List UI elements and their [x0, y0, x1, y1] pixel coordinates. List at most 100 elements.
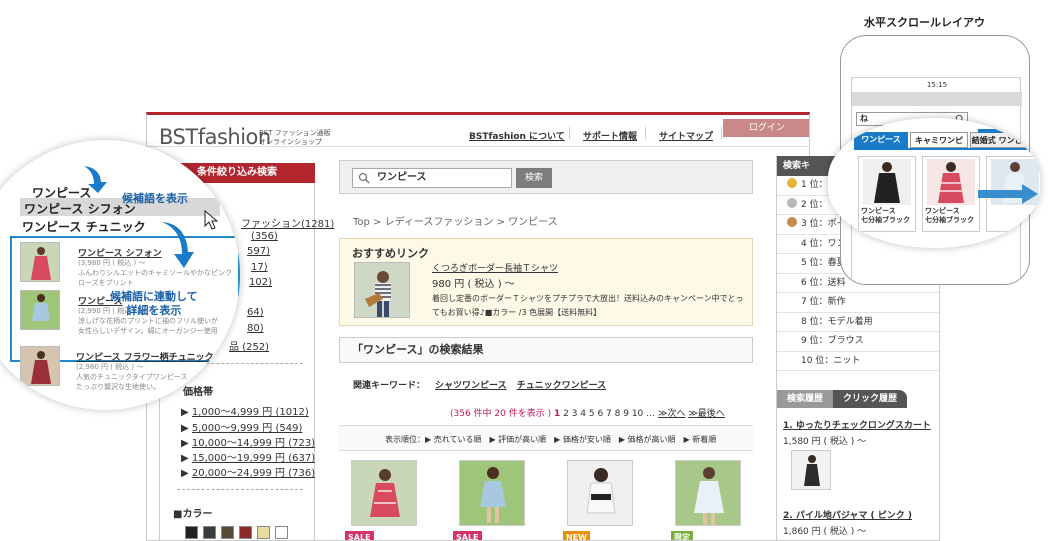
recommend-price: 980 円 ( 税込 ) 〜 — [432, 279, 515, 290]
callout-detail: 候補語に連動して 詳細を表示 — [110, 290, 198, 317]
nav-sitemap-link[interactable]: サイトマップ — [659, 129, 713, 142]
pagination: (356 件中 20 件を表示 ) 1 2 3 4 5 6 7 8 9 10 …… — [450, 406, 725, 419]
related-label: 関連キーワード： — [353, 381, 426, 391]
suggest-thumbnail[interactable] — [20, 242, 60, 282]
filter-category-link[interactable]: 80) — [247, 323, 264, 334]
price-option[interactable]: ▶ 10,000〜14,999 円 (723) — [181, 434, 315, 449]
color-swatch-black[interactable] — [185, 526, 198, 539]
product-thumbnail[interactable] — [459, 460, 525, 526]
suggest-thumbnail[interactable] — [20, 290, 60, 330]
recommend-description: 着回し定番のボーダーＴシャツをプチプラで大放出！送料込みのキャンペーン中でとって… — [432, 294, 744, 317]
filter-category-link[interactable]: 102) — [249, 277, 272, 288]
history-item-link[interactable]: 1. ゆったりチェックロングスカート — [783, 418, 931, 431]
product-thumbnail[interactable] — [567, 460, 633, 526]
phone-tab[interactable]: ワンピース — [854, 132, 908, 148]
tab-search-history[interactable]: 検索履歴 — [777, 390, 833, 408]
phone-magnifier: ワンピース キャミワンピ 結婚式 ワンピース × ワンピース 七分袖ブラック ワン… — [828, 118, 1040, 248]
suggest-item-selected[interactable]: ワンピース シフォン — [24, 200, 136, 217]
history-item-price: 1,580 円 ( 税込 ) 〜 — [783, 437, 867, 447]
tab-click-history[interactable]: クリック履歴 — [833, 390, 907, 408]
gold-medal-icon — [787, 178, 797, 188]
color-swatch-white[interactable] — [275, 526, 288, 539]
history-item-thumbnail[interactable] — [791, 450, 831, 490]
suggest-item[interactable]: ワンピース チュニック — [22, 218, 146, 235]
phone-product-card[interactable]: ワンピース 七分袖ブラック — [922, 156, 980, 232]
ranking-item[interactable]: 9 位：ブラウス — [777, 332, 939, 352]
price-heading: 価格帯 — [183, 387, 213, 398]
search-button[interactable]: 検索 — [516, 168, 552, 188]
login-button[interactable]: ログイン — [723, 119, 809, 137]
nav-divider — [569, 127, 570, 139]
arrow-icon — [160, 220, 194, 273]
filter-category-link[interactable]: 17) — [251, 262, 268, 273]
search-input[interactable]: ワンピース — [352, 168, 512, 188]
price-option[interactable]: ▶ 15,000〜19,999 円 (637) — [181, 449, 315, 464]
price-option-label[interactable]: 15,000〜19,999 円 (637) — [192, 453, 315, 464]
callout-suggest: 候補語を表示 — [122, 192, 188, 205]
page-links[interactable]: 2 3 4 5 6 7 8 9 10 … — [563, 409, 655, 419]
history-item-link[interactable]: 2. パイル地パジャマ ( ピンク ) — [783, 508, 912, 521]
sort-options[interactable]: 表示順位：▶ 売れている順 ▶ 評価が高い順 ▶ 価格が安い順 ▶ 価格が高い順… — [385, 434, 716, 445]
color-swatch-beige[interactable] — [257, 526, 270, 539]
site-logo-sub: BST ファッション通販 オンラインショップ — [259, 129, 331, 146]
recommend-link[interactable]: くつろぎボーダー長袖Ｔシャツ — [432, 261, 558, 274]
header-divider — [147, 146, 809, 147]
product-thumbnail[interactable] — [675, 460, 741, 526]
nav-divider — [645, 127, 646, 139]
product-thumbnail[interactable] — [351, 460, 417, 526]
phone-product-card[interactable]: ワンピース 七分袖ブラック — [858, 156, 916, 232]
price-option[interactable]: ▶ 20,000〜24,999 円 (736) — [181, 464, 315, 479]
suggest-card-desc: (2,980 円 ( 税込 ) 〜人気のチュニックタイプワンピース たっぷり贅沢な… — [76, 363, 188, 391]
ranking-item-label[interactable]: 1 位： — [801, 180, 828, 190]
price-option-label[interactable]: 5,000〜9,999 円 (549) — [192, 423, 303, 434]
filter-category-link[interactable]: 597) — [247, 246, 270, 257]
phone-tab[interactable]: キャミワンピ — [910, 132, 968, 148]
phone-address-bar — [852, 92, 1022, 106]
filter-category-link[interactable]: 64) — [247, 307, 264, 318]
suggest-thumbnail[interactable] — [20, 346, 60, 386]
related-keyword-link[interactable]: チュニックワンピース — [517, 381, 607, 391]
nav-support-link[interactable]: サポート情報 — [583, 129, 637, 142]
color-swatch-red[interactable] — [239, 526, 252, 539]
ranking-item-label[interactable]: 2 位： — [801, 200, 828, 210]
last-page-link[interactable]: ≫最後へ — [688, 409, 724, 419]
limited-badge: 限定 — [671, 531, 693, 540]
phone-search-value: ね — [860, 114, 868, 123]
price-option[interactable]: ▶ 1,000〜4,999 円 (1012) — [181, 403, 309, 418]
filter-category-link[interactable]: ファッション(1281) — [241, 215, 334, 230]
search-query: ワンピース — [377, 172, 427, 183]
phone-product-image — [927, 159, 975, 205]
results-heading: 「ワンピース」の検索結果 — [339, 337, 753, 363]
price-option-label[interactable]: 1,000〜4,999 円 (1012) — [192, 407, 309, 418]
breadcrumb[interactable]: Top > レディースファッション > ワンピース — [353, 213, 558, 228]
filter-divider — [177, 489, 303, 490]
price-option[interactable]: ▶ 5,000〜9,999 円 (549) — [181, 419, 302, 434]
ranking-item[interactable]: 10 位：ニット — [777, 352, 939, 371]
filter-category-link[interactable]: (356) — [251, 231, 278, 242]
tab-arrow-icon — [978, 124, 1028, 141]
color-swatch-charcoal[interactable] — [203, 526, 216, 539]
scroll-arrow-icon — [978, 184, 1038, 207]
arrow-icon — [80, 164, 110, 197]
result-count: (356 件中 20 件を表示 ) — [450, 409, 552, 419]
search-icon — [358, 172, 370, 191]
related-keywords: 関連キーワード： シャツワンピース チュニックワンピース — [353, 378, 606, 391]
phone-caption: 水平スクロールレイアウ — [864, 16, 985, 29]
color-swatch-brown[interactable] — [221, 526, 234, 539]
nav-divider — [721, 127, 722, 139]
ranking-item[interactable]: 7 位：新作 — [777, 293, 939, 313]
sale-badge: SALE — [453, 531, 482, 540]
nav-about-link[interactable]: BSTfashion について — [469, 129, 565, 142]
sort-bar: 表示順位：▶ 売れている順 ▶ 評価が高い順 ▶ 価格が安い順 ▶ 価格が高い順… — [339, 425, 753, 451]
phone-product-title: ワンピース 七分袖ブラック — [861, 207, 910, 224]
recommend-image[interactable] — [354, 262, 410, 318]
next-page-link[interactable]: ≫次へ — [658, 409, 685, 419]
bronze-medal-icon — [787, 217, 797, 227]
price-option-label[interactable]: 20,000〜24,999 円 (736) — [192, 468, 315, 479]
recommend-title: おすすめリンク — [352, 247, 429, 260]
related-keyword-link[interactable]: シャツワンピース — [435, 381, 507, 391]
new-badge: NEW — [563, 531, 590, 540]
price-option-label[interactable]: 10,000〜14,999 円 (723) — [192, 438, 315, 449]
ranking-item[interactable]: 8 位：モデル着用 — [777, 313, 939, 332]
cursor-icon — [204, 209, 219, 233]
